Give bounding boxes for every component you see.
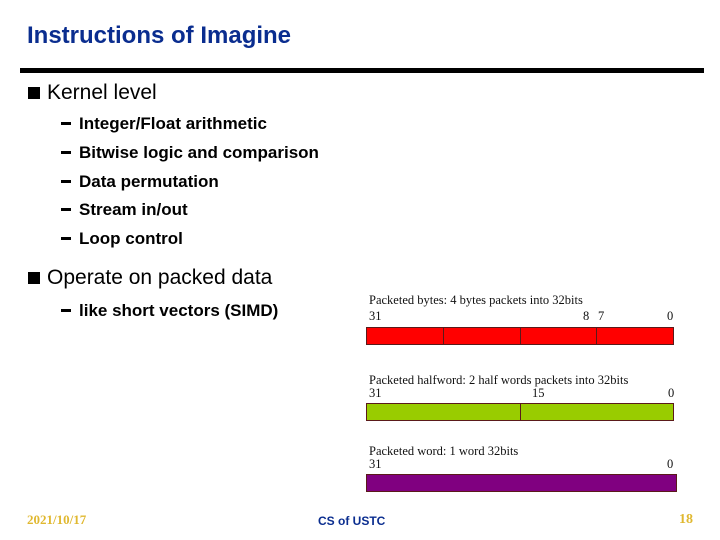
bit-segment [367, 404, 521, 420]
slide-title: Instructions of Imagine [27, 22, 292, 49]
subitem: Stream in/out [61, 200, 188, 220]
bit-segment [367, 328, 444, 344]
bit-label: 31 [369, 386, 382, 400]
dash-bullet-icon [61, 309, 71, 312]
diagram-caption-word: Packeted word: 1 word 32bits [369, 444, 519, 458]
bit-label: 7 [598, 309, 605, 323]
dash-bullet-icon [61, 151, 71, 154]
bit-label: 31 [369, 309, 382, 323]
packed-halfword-bar [366, 403, 674, 421]
bit-segment [597, 328, 673, 344]
footer-center-text: CS of USTC [318, 514, 386, 528]
bit-label: 8 [583, 309, 590, 323]
bullet-packed-data: Operate on packed data [28, 266, 272, 290]
bit-label: 31 [369, 457, 382, 471]
bullet-kernel-level: Kernel level [28, 81, 157, 105]
bit-label: 0 [667, 457, 674, 471]
packed-bytes-bar [366, 327, 674, 345]
subitem: Loop control [61, 229, 183, 249]
subitem: Bitwise logic and comparison [61, 143, 319, 163]
dash-bullet-icon [61, 237, 71, 240]
diagram-caption-halfword: Packeted halfword: 2 half words packets … [369, 373, 629, 387]
square-bullet-icon [28, 272, 40, 284]
bit-segment [443, 328, 521, 344]
bit-segment [520, 404, 673, 420]
dash-bullet-icon [61, 122, 71, 125]
bit-segment [520, 328, 598, 344]
bit-label: 15 [532, 386, 545, 400]
bullet-text: Kernel level [47, 81, 157, 104]
dash-bullet-icon [61, 208, 71, 211]
subitem: like short vectors (SIMD) [61, 301, 278, 321]
subitem: Data permutation [61, 172, 219, 192]
subitem: Integer/Float arithmetic [61, 114, 267, 134]
square-bullet-icon [28, 87, 40, 99]
page-number: 18 [679, 512, 693, 527]
bullet-text: Operate on packed data [47, 266, 273, 289]
bit-segment [367, 475, 676, 491]
title-divider [20, 68, 704, 73]
footer-date: 2021/10/17 [27, 512, 87, 527]
bit-label: 0 [668, 386, 675, 400]
packed-word-bar [366, 474, 677, 492]
diagram-caption-bytes: Packeted bytes: 4 bytes packets into 32b… [369, 293, 583, 307]
dash-bullet-icon [61, 180, 71, 183]
bit-label: 0 [667, 309, 674, 323]
